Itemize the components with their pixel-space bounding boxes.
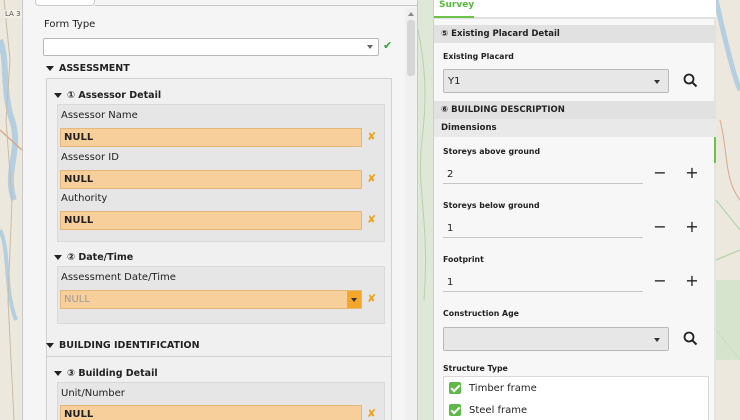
authority-label: Authority: [61, 193, 108, 204]
collapse-arrow-icon: [54, 93, 62, 98]
existing-placard-label: Existing Placard: [443, 52, 514, 61]
unit-number-label: Unit/Number: [61, 388, 125, 399]
clear-field-icon[interactable]: ✘: [367, 407, 376, 420]
footprint-value: 1: [447, 277, 454, 288]
date-picker-dropdown-icon[interactable]: [347, 291, 361, 308]
structure-type-option[interactable]: Steel frame: [449, 404, 527, 416]
collapse-arrow-icon: [46, 343, 54, 348]
structure-type-option-label: Timber frame: [469, 382, 537, 394]
storeys-above-value: 2: [447, 169, 454, 180]
assessment-date-label: Assessment Date/Time: [61, 272, 176, 283]
clear-field-icon[interactable]: ✘: [367, 292, 376, 305]
scroll-up-icon[interactable]: [408, 12, 414, 16]
search-icon[interactable]: [682, 72, 700, 90]
chevron-down-icon: [654, 80, 660, 84]
section-assessment-title: ASSESSMENT: [59, 63, 130, 74]
section-assessment[interactable]: ASSESSMENT: [46, 63, 130, 74]
subsection-date-time[interactable]: ② Date/Time: [54, 252, 133, 263]
scroll-thumb[interactable]: [407, 20, 415, 76]
survey-panel: Survey ⑤ Existing Placard Detail Existin…: [433, 0, 716, 420]
structure-type-list: Timber frame Steel frame: [443, 376, 709, 420]
footprint-label: Footprint: [443, 255, 484, 264]
map-road-label: LA 3: [4, 10, 22, 18]
chevron-down-icon: [654, 338, 660, 342]
structure-type-option[interactable]: Timber frame: [449, 382, 537, 394]
building-identification-title: BUILDING IDENTIFICATION: [59, 340, 200, 351]
clear-field-icon[interactable]: ✘: [367, 130, 376, 143]
collapse-arrow-icon: [54, 255, 62, 260]
tab-survey-label: Survey: [439, 0, 475, 10]
footprint-plus-button[interactable]: +: [683, 272, 701, 290]
storeys-above-minus-button[interactable]: −: [651, 164, 669, 182]
building-description-header: ⑥ BUILDING DESCRIPTION: [434, 101, 716, 119]
chevron-down-icon: [367, 45, 373, 49]
storeys-below-input[interactable]: 1: [443, 218, 643, 238]
assessor-detail-title: ① Assessor Detail: [67, 90, 162, 101]
existing-placard-value: Y1: [448, 76, 461, 87]
form-tab-active[interactable]: [35, 0, 95, 6]
section-building-identification[interactable]: BUILDING IDENTIFICATION: [46, 340, 200, 351]
valid-check-icon: ✔: [383, 39, 393, 52]
authority-value: NULL: [64, 215, 94, 226]
structure-type-option-label: Steel frame: [469, 404, 528, 416]
construction-age-select[interactable]: [443, 327, 669, 351]
assessor-id-label: Assessor ID: [61, 152, 119, 163]
form-type-label: Form Type: [44, 19, 96, 30]
clear-field-icon[interactable]: ✘: [367, 213, 376, 226]
survey-scrollbar-track[interactable]: [714, 19, 716, 420]
subsection-building-detail[interactable]: ③ Building Detail: [54, 368, 158, 379]
dimensions-header: Dimensions: [434, 119, 716, 137]
assessment-date-value: NULL: [64, 294, 90, 305]
collapse-arrow-icon: [54, 371, 62, 376]
tab-divider: [95, 5, 417, 6]
storeys-above-input[interactable]: 2: [443, 164, 643, 184]
footprint-input[interactable]: 1: [443, 272, 643, 292]
existing-placard-select[interactable]: Y1: [443, 69, 669, 93]
authority-field[interactable]: NULL: [60, 211, 362, 230]
form-tab-bar: [35, 0, 417, 6]
storeys-above-plus-button[interactable]: +: [683, 164, 701, 182]
attribute-form-panel: Form Type ✔ ASSESSMENT ① Assessor Detail…: [22, 0, 418, 420]
construction-age-label: Construction Age: [443, 309, 519, 318]
structure-type-label: Structure Type: [443, 364, 508, 373]
assessor-id-field[interactable]: NULL: [60, 170, 362, 189]
date-time-title: ② Date/Time: [67, 252, 134, 263]
assessor-id-value: NULL: [64, 174, 94, 185]
clear-field-icon[interactable]: ✘: [367, 172, 376, 185]
storeys-below-plus-button[interactable]: +: [683, 218, 701, 236]
form-scrollbar[interactable]: [405, 8, 417, 420]
storeys-above-label: Storeys above ground: [443, 147, 541, 156]
assessment-date-field[interactable]: NULL: [60, 290, 362, 309]
tab-survey[interactable]: Survey: [434, 0, 716, 19]
unit-number-value: NULL: [64, 409, 94, 420]
building-detail-title: ③ Building Detail: [67, 368, 158, 379]
subsection-assessor-detail[interactable]: ① Assessor Detail: [54, 90, 161, 101]
form-type-select[interactable]: [43, 38, 379, 56]
checkbox-checked-icon[interactable]: [449, 404, 461, 416]
unit-number-field[interactable]: NULL: [60, 405, 362, 420]
search-icon[interactable]: [682, 330, 700, 348]
storeys-below-minus-button[interactable]: −: [651, 218, 669, 236]
collapse-arrow-icon: [46, 66, 54, 71]
assessor-name-field[interactable]: NULL: [60, 128, 362, 147]
checkbox-checked-icon[interactable]: [449, 382, 461, 394]
storeys-below-label: Storeys below ground: [443, 201, 540, 210]
footprint-minus-button[interactable]: −: [651, 272, 669, 290]
tab-active-indicator: [434, 16, 474, 18]
assessor-name-label: Assessor Name: [61, 110, 138, 121]
existing-placard-header: ⑤ Existing Placard Detail: [434, 25, 716, 43]
assessor-name-value: NULL: [64, 132, 94, 143]
storeys-below-value: 1: [447, 223, 454, 234]
